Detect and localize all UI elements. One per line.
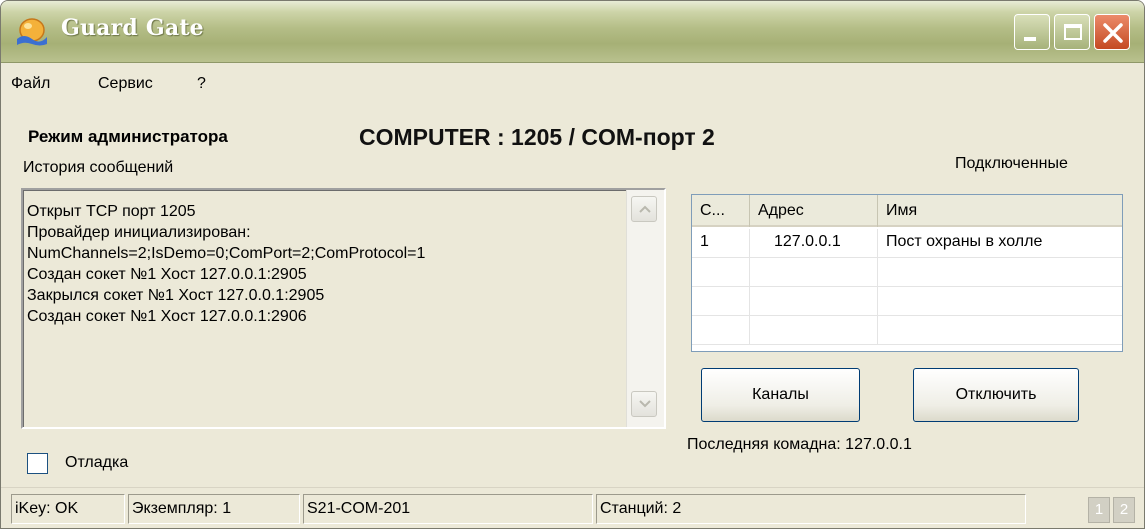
message-history-list[interactable]: Открыт TCP порт 1205 Провайдер инициализ…	[21, 188, 666, 429]
close-icon	[1103, 23, 1123, 43]
status-indicator-2: 2	[1113, 497, 1135, 523]
app-window: Guard Gate Файл Сервис ? Режим администр…	[0, 0, 1145, 529]
table-header: С... Адрес Имя	[692, 195, 1122, 227]
column-header-channel[interactable]: С...	[692, 195, 750, 227]
close-button[interactable]	[1094, 14, 1130, 50]
computer-port-title: COMPUTER : 1205 / COM-порт 2	[359, 124, 715, 150]
maximize-button[interactable]	[1054, 14, 1090, 50]
maximize-icon	[1064, 24, 1082, 40]
history-line: Провайдер инициализирован:	[27, 224, 251, 241]
table-row-empty	[692, 316, 1122, 345]
history-line: Закрылся сокет №1 Хост 127.0.0.1:2905	[27, 287, 325, 304]
menu-help[interactable]: ?	[197, 75, 206, 93]
menu-bar: Файл Сервис ?	[1, 64, 1144, 102]
scroll-down-button[interactable]	[631, 391, 657, 417]
admin-mode-label: Режим администратора	[28, 127, 228, 146]
cell-channel: 1	[692, 229, 750, 258]
table-row-empty	[692, 258, 1122, 287]
channels-button[interactable]: Каналы	[701, 368, 860, 422]
debug-checkbox[interactable]	[27, 453, 48, 474]
minimize-button[interactable]	[1014, 14, 1050, 50]
status-instance: Экземпляр: 1	[128, 494, 300, 524]
menu-service[interactable]: Сервис	[98, 75, 153, 93]
guard-gate-app-icon	[15, 17, 49, 47]
history-label: История сообщений	[23, 159, 174, 176]
status-indicator-1: 1	[1088, 497, 1110, 523]
scroll-up-button[interactable]	[631, 196, 657, 222]
cell-name: Пост охраны в холле	[886, 233, 1043, 250]
table-row[interactable]: 1 127.0.0.1 Пост охраны в холле	[692, 229, 1122, 258]
connected-label: Подключенные	[955, 155, 1068, 172]
cell-address: 127.0.0.1	[750, 229, 878, 258]
disconnect-button[interactable]: Отключить	[913, 368, 1079, 422]
status-stations: Станций: 2	[596, 494, 1026, 524]
debug-label: Отладка	[65, 454, 129, 471]
status-serial: S21-COM-201	[303, 494, 593, 524]
history-lines: Открыт TCP порт 1205 Провайдер инициализ…	[27, 201, 627, 327]
status-bar: iKey: OK Экземпляр: 1 S21-COM-201 Станци…	[1, 487, 1144, 528]
title-bar[interactable]: Guard Gate	[1, 1, 1144, 63]
history-line: Открыт TCP порт 1205	[27, 203, 196, 220]
column-header-name[interactable]: Имя	[878, 195, 1124, 227]
history-line: NumChannels=2;IsDemo=0;ComPort=2;ComProt…	[27, 245, 426, 262]
history-scrollbar[interactable]	[626, 190, 664, 427]
table-row-empty	[692, 287, 1122, 316]
last-command-text: Последняя комадна: 127.0.0.1	[687, 436, 912, 453]
history-line: Создан сокет №1 Хост 127.0.0.1:2905	[27, 266, 307, 283]
window-title: Guard Gate	[61, 15, 204, 41]
minimize-icon	[1024, 37, 1036, 41]
chevron-up-icon	[639, 205, 651, 213]
menu-file[interactable]: Файл	[11, 75, 50, 93]
chevron-down-icon	[639, 400, 651, 408]
history-line: Создан сокет №1 Хост 127.0.0.1:2906	[27, 308, 307, 325]
column-header-address[interactable]: Адрес	[750, 195, 878, 227]
status-ikey: iKey: OK	[11, 494, 125, 524]
connected-stations-table[interactable]: С... Адрес Имя 1 127.0.0.1 Пост охраны в…	[691, 194, 1123, 352]
